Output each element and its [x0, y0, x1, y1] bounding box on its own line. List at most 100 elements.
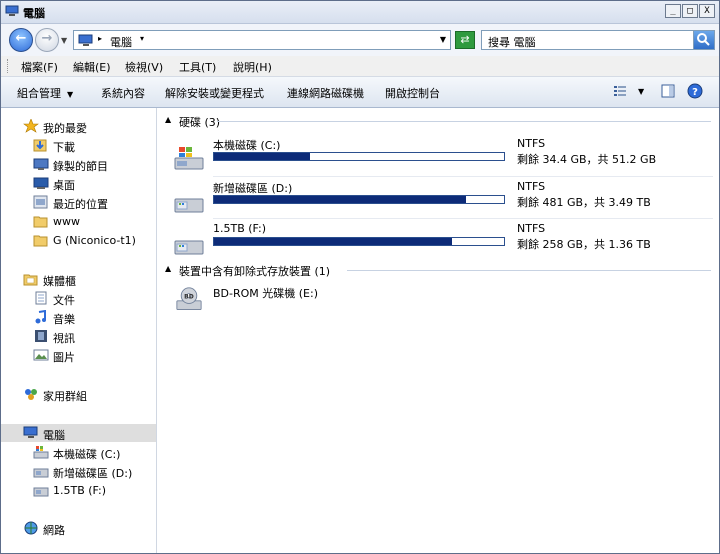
preview-pane-icon[interactable] — [661, 84, 675, 98]
drive-filesystem: NTFS — [517, 222, 546, 235]
drive-name: 1.5TB (F:) — [213, 222, 267, 235]
collapse-triangle-icon[interactable]: ▲ — [165, 115, 171, 124]
back-button[interactable]: ← — [9, 28, 33, 52]
address-dropdown-icon[interactable]: ▼ — [440, 35, 446, 44]
drive-free-space: 剩餘 34.4 GB，共 51.2 GB — [517, 153, 657, 166]
nav-recent-places[interactable]: 最近的位置 — [1, 193, 156, 211]
system-drive-icon — [174, 147, 204, 170]
address-box[interactable]: ▸ 電腦 ▾ ▼ — [73, 30, 451, 50]
close-button[interactable]: X — [699, 4, 715, 18]
collapse-triangle-icon[interactable]: ▲ — [165, 264, 171, 273]
folder-icon — [33, 216, 48, 228]
bd-rom-item[interactable]: BD BD-ROM 光碟機 (E:) — [157, 283, 719, 323]
document-icon — [35, 291, 47, 305]
nav-documents[interactable]: 文件 — [1, 289, 156, 307]
organize-button[interactable]: 組合管理 ▼ — [17, 85, 73, 101]
drive-filesystem: NTFS — [517, 180, 546, 193]
nav-libraries[interactable]: 媒體櫃 — [1, 270, 156, 288]
drive-free-space: 剩餘 258 GB，共 1.36 TB — [517, 238, 651, 251]
nav-niconico-label: G (Niconico-t1) — [53, 234, 136, 247]
nav-favorites-label: 我的最愛 — [43, 122, 87, 135]
nav-downloads[interactable]: 下載 — [1, 136, 156, 154]
nav-homegroup-label: 家用群組 — [43, 390, 87, 403]
group-hard-disks-label: 硬碟 (3) — [179, 116, 221, 129]
help-icon[interactable]: ? — [687, 83, 703, 99]
content-pane: ▲ 硬碟 (3) 本機磁碟 (C:) NTFS 剩餘 34.4 GB，共 51.… — [157, 108, 719, 553]
nav-videos[interactable]: 視訊 — [1, 327, 156, 345]
map-network-drive-button[interactable]: 連線網路磁碟機 — [287, 85, 364, 101]
drive-item[interactable]: 本機磁碟 (C:) NTFS 剩餘 34.4 GB，共 51.2 GB — [157, 135, 719, 175]
menu-grip — [7, 59, 10, 73]
nav-drive-f[interactable]: 1.5TB (F:) — [1, 481, 156, 499]
nav-favorites[interactable]: 我的最愛 — [1, 117, 156, 135]
group-removable-storage[interactable]: ▲ 裝置中含有卸除式存放裝置 (1) — [157, 262, 719, 278]
nav-network[interactable]: 網路 — [1, 519, 156, 537]
view-dropdown-icon[interactable]: ▼ — [638, 87, 644, 96]
row-separator — [213, 176, 713, 177]
desktop-icon — [33, 177, 49, 189]
drive-name: 新增磁碟區 (D:) — [213, 182, 293, 195]
nav-niconico[interactable]: G (Niconico-t1) — [1, 231, 156, 249]
drive-item[interactable]: 新增磁碟區 (D:) NTFS 剩餘 481 GB，共 3.49 TB — [157, 178, 719, 218]
nav-computer[interactable]: 電腦 — [1, 424, 156, 442]
hard-drive-icon — [33, 468, 49, 478]
menu-help[interactable]: 說明(H) — [233, 59, 272, 75]
maximize-button[interactable]: □ — [682, 4, 698, 18]
nav-www[interactable]: www — [1, 212, 156, 230]
star-icon — [23, 119, 39, 133]
usage-fill — [214, 196, 467, 203]
breadcrumb-computer[interactable]: 電腦 — [110, 34, 132, 50]
organize-label: 組合管理 — [17, 87, 61, 100]
title-bar[interactable]: 電腦 _ □ X — [1, 1, 719, 24]
nav-pictures[interactable]: 圖片 — [1, 346, 156, 364]
computer-icon — [23, 426, 38, 438]
system-drive-icon — [33, 446, 49, 459]
group-divider — [347, 270, 711, 271]
uninstall-program-button[interactable]: 解除安裝或變更程式 — [165, 85, 264, 101]
usage-fill — [214, 238, 452, 245]
nav-music[interactable]: 音樂 — [1, 308, 156, 326]
computer-icon — [5, 5, 19, 16]
usage-fill — [214, 153, 310, 160]
breadcrumb-separator-icon[interactable]: ▸ — [98, 34, 102, 43]
search-button[interactable] — [693, 31, 714, 49]
system-properties-button[interactable]: 系統內容 — [101, 85, 145, 101]
refresh-button[interactable]: ⇄ — [455, 31, 475, 49]
search-icon — [697, 33, 710, 46]
nav-computer-label: 電腦 — [43, 429, 65, 442]
menu-tools[interactable]: 工具(T) — [179, 59, 216, 75]
breadcrumb-chevron-icon[interactable]: ▾ — [140, 34, 144, 43]
open-control-panel-button[interactable]: 開啟控制台 — [385, 85, 440, 101]
nav-recent-places-label: 最近的位置 — [53, 198, 108, 211]
address-bar: ← → ▼ ▸ 電腦 ▾ ▼ ⇄ 搜尋 電腦 — [1, 24, 719, 56]
forward-button[interactable]: → — [35, 28, 59, 52]
menu-file[interactable]: 檔案(F) — [21, 59, 58, 75]
view-options-icon[interactable] — [613, 84, 627, 98]
recorded-tv-icon — [33, 158, 49, 170]
drive-filesystem: NTFS — [517, 137, 546, 150]
group-hard-disks[interactable]: ▲ 硬碟 (3) — [157, 113, 719, 129]
usage-bar — [213, 237, 505, 246]
search-input[interactable]: 搜尋 電腦 — [488, 34, 536, 50]
drive-item[interactable]: 1.5TB (F:) NTFS 剩餘 258 GB，共 1.36 TB — [157, 220, 719, 260]
nav-desktop-label: 桌面 — [53, 179, 75, 192]
svg-text:?: ? — [692, 87, 698, 98]
nav-homegroup[interactable]: 家用群組 — [1, 385, 156, 403]
nav-drive-f-label: 1.5TB (F:) — [53, 484, 107, 497]
recent-pages-dropdown-icon[interactable]: ▼ — [61, 36, 67, 45]
folder-icon — [33, 235, 48, 247]
drive-name: BD-ROM 光碟機 (E:) — [213, 287, 319, 300]
search-box[interactable]: 搜尋 電腦 — [481, 30, 715, 50]
menu-view[interactable]: 檢視(V) — [125, 59, 163, 75]
nav-drive-c[interactable]: 本機磁碟 (C:) — [1, 443, 156, 461]
group-removable-label: 裝置中含有卸除式存放裝置 (1) — [179, 265, 331, 278]
computer-icon — [78, 34, 93, 46]
menu-edit[interactable]: 編輯(E) — [73, 59, 111, 75]
nav-drive-d[interactable]: 新增磁碟區 (D:) — [1, 462, 156, 480]
nav-desktop[interactable]: 桌面 — [1, 174, 156, 192]
command-bar: 組合管理 ▼ 系統內容 解除安裝或變更程式 連線網路磁碟機 開啟控制台 ▼ ? — [1, 77, 719, 108]
minimize-button[interactable]: _ — [665, 4, 681, 18]
nav-drive-c-label: 本機磁碟 (C:) — [53, 448, 121, 461]
nav-recorded-tv[interactable]: 錄製的節目 — [1, 155, 156, 173]
library-folder-icon — [23, 274, 38, 286]
